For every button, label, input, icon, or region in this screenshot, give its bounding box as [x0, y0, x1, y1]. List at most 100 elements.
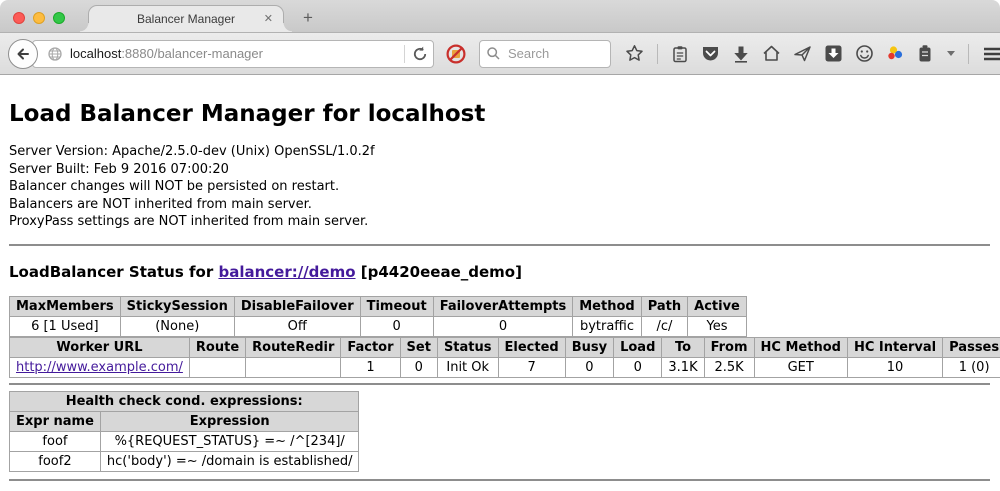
star-icon	[625, 44, 644, 63]
column-header: RouteRedir	[246, 337, 341, 357]
url-text: localhost:8880/balancer-manager	[70, 46, 398, 61]
cell: 3.1K	[662, 357, 704, 377]
balancer-status-heading: LoadBalancer Status for balancer://demo …	[9, 263, 990, 281]
smiley-icon	[855, 44, 874, 63]
cell: 0	[614, 357, 662, 377]
table-row: foof2hc('body') =~ /domain is establishe…	[10, 451, 359, 471]
browser-window: Balancer Manager ✕ + localhost:8880/bala…	[0, 0, 1000, 491]
health-table-title: Health check cond. expressions:	[10, 391, 359, 411]
zoom-window-button[interactable]	[53, 12, 65, 24]
pocket-icon	[701, 44, 720, 63]
home-button[interactable]	[762, 44, 781, 63]
column-header: Status	[437, 337, 498, 357]
cell: 10	[847, 357, 942, 377]
bookmark-star-button[interactable]	[625, 44, 644, 63]
home-icon	[762, 44, 781, 63]
health-table-body: foof%{REQUEST_STATUS} =~ /^[234]/foof2hc…	[10, 431, 359, 471]
colors-addon-button[interactable]	[886, 44, 905, 63]
url-bar[interactable]: localhost:8880/balancer-manager	[32, 40, 434, 68]
column-header: From	[704, 337, 754, 357]
table-header-row: Expr nameExpression	[10, 411, 359, 431]
column-header: Expr name	[10, 411, 101, 431]
cell: 1 (0)	[943, 357, 1000, 377]
cell: hc('body') =~ /domain is established/	[100, 451, 359, 471]
column-header: Passes	[943, 337, 1000, 357]
column-header: Worker URL	[10, 337, 190, 357]
table-row: foof%{REQUEST_STATUS} =~ /^[234]/	[10, 431, 359, 451]
table-header-row: MaxMembersStickySessionDisableFailoverTi…	[10, 296, 747, 316]
column-header: Elected	[498, 337, 565, 357]
balancer-link[interactable]: balancer://demo	[218, 263, 355, 281]
divider	[9, 244, 990, 246]
health-check-table: Health check cond. expressions: Expr nam…	[9, 391, 359, 472]
column-header: Timeout	[360, 296, 433, 316]
divider	[9, 479, 990, 481]
column-header: MaxMembers	[10, 296, 121, 316]
cell: foof	[10, 431, 101, 451]
toolbar-divider	[968, 44, 969, 64]
table-row: 6 [1 Used](None)Off00bytraffic/c/Yes	[10, 316, 747, 336]
column-header: DisableFailover	[234, 296, 360, 316]
menu-button[interactable]	[982, 45, 1000, 63]
flash-block-button[interactable]	[445, 43, 467, 65]
hello-share-button[interactable]	[793, 44, 812, 63]
column-header: StickySession	[120, 296, 234, 316]
cell: %{REQUEST_STATUS} =~ /^[234]/	[100, 431, 359, 451]
flash-block-icon	[445, 43, 467, 65]
tab-balancer-manager[interactable]: Balancer Manager ✕	[88, 5, 284, 32]
new-tab-button[interactable]: +	[296, 8, 320, 28]
colored-dots-icon	[886, 44, 905, 63]
close-window-button[interactable]	[13, 12, 25, 24]
emoji-addon-button[interactable]	[855, 44, 874, 63]
window-controls	[13, 12, 65, 24]
page-title: Load Balancer Manager for localhost	[9, 101, 990, 127]
cell: Init Ok	[437, 357, 498, 377]
url-host: localhost	[70, 46, 121, 61]
video-download-addon-button[interactable]	[824, 44, 843, 63]
status-suffix: [p4420eeae_demo]	[356, 263, 522, 281]
page-content: Load Balancer Manager for localhost Serv…	[0, 75, 1000, 481]
pocket-button[interactable]	[701, 44, 720, 63]
column-header: Busy	[565, 337, 613, 357]
cell	[189, 357, 245, 377]
cell: (None)	[120, 316, 234, 336]
cell: 0	[565, 357, 613, 377]
container-icon	[917, 44, 933, 63]
info-line: Balancer changes will NOT be persisted o…	[9, 178, 990, 196]
back-button[interactable]	[8, 39, 38, 69]
cell: Off	[234, 316, 360, 336]
downloads-button[interactable]	[732, 45, 750, 63]
paper-plane-icon	[793, 44, 812, 63]
toolbar-icons	[625, 44, 1000, 64]
status-prefix: LoadBalancer Status for	[9, 263, 218, 281]
info-line: Server Built: Feb 9 2016 07:00:20	[9, 161, 990, 179]
navigation-toolbar: localhost:8880/balancer-manager	[0, 33, 1000, 75]
toolbar-divider	[657, 44, 658, 64]
chevron-down-icon[interactable]	[947, 51, 955, 56]
worker-url-link[interactable]: http://www.example.com/	[16, 360, 183, 375]
container-addon-button[interactable]	[917, 44, 933, 63]
column-header: Factor	[341, 337, 400, 357]
minimize-window-button[interactable]	[33, 12, 45, 24]
back-arrow-icon	[14, 45, 32, 63]
cell	[246, 357, 341, 377]
divider	[9, 383, 990, 385]
column-header: Load	[614, 337, 662, 357]
urlbar-divider	[404, 45, 405, 63]
bookmarks-sidebar-button[interactable]	[671, 45, 689, 63]
worker-url-cell: http://www.example.com/	[10, 357, 190, 377]
server-info: Server Version: Apache/2.5.0-dev (Unix) …	[9, 143, 990, 231]
column-header: FailoverAttempts	[433, 296, 573, 316]
cell: 0	[433, 316, 573, 336]
table-title-row: Health check cond. expressions:	[10, 391, 359, 411]
column-header: Expression	[100, 411, 359, 431]
cell: 0	[400, 357, 437, 377]
column-header: HC Interval	[847, 337, 942, 357]
cell: Yes	[688, 316, 747, 336]
hamburger-menu-icon	[982, 45, 1000, 63]
clipboard-icon	[671, 45, 689, 63]
search-bar	[479, 40, 611, 68]
tab-close-icon[interactable]: ✕	[264, 12, 273, 25]
reload-button[interactable]	[411, 45, 429, 63]
search-input[interactable]	[506, 45, 596, 62]
